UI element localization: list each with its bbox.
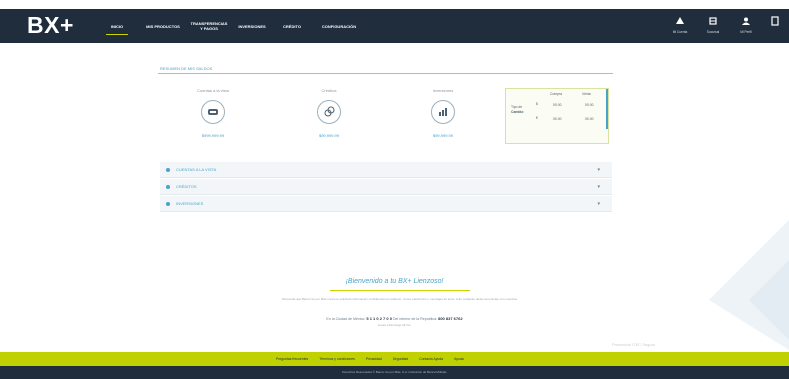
footer-link-help[interactable]: Ayuda (454, 357, 464, 361)
header-profile-button[interactable]: Mi Perfil (734, 16, 758, 38)
security-disclaimer: Recuerda que Banco Ve por Más nunca te s… (282, 297, 518, 301)
summary-title: RESUMEN DE MIS SALDOS (160, 66, 213, 71)
phone-interior[interactable]: 800 837 6762 (438, 316, 462, 321)
footer-link-security[interactable]: Seguridad (393, 357, 408, 361)
nav-configuracion[interactable]: CONFIGURACIÓN (314, 9, 364, 43)
contact-phones: En la Ciudad de México: 5 1 1 0 2 7 0 0 … (326, 316, 463, 321)
security-seal: Protección ITEC Seguro (612, 342, 656, 347)
stat-cuentas[interactable]: Cuentas a la vista $999,999.99 (168, 88, 258, 138)
stat-inversiones[interactable]: Inversiones $99,999.99 (398, 88, 488, 138)
phone-cdmx[interactable]: 5 1 1 0 2 7 0 0 (366, 316, 392, 321)
footer-link-faq[interactable]: Preguntas frecuentes (276, 357, 308, 361)
footer-links: Preguntas frecuentes Términos y condicio… (276, 352, 475, 366)
exchange-rate-table: Compra Venta Tipo de Cambio $ € 00.00 00… (505, 88, 609, 144)
bullet-icon (166, 201, 170, 206)
copyright-text: Derechos Reservados © Banco Ve por Más, … (342, 370, 447, 374)
wallet-icon (201, 100, 225, 124)
welcome-divider (330, 290, 470, 291)
top-header: BX+ INICIO MIS PRODUCTOS TRANSFERENCIAS … (0, 9, 789, 43)
user-icon (675, 16, 685, 29)
stat-creditos[interactable]: Créditos $99,999.99 (284, 88, 374, 138)
decorative-shapes (649, 200, 789, 350)
chevron-down-icon: ▾ (597, 183, 600, 190)
nav-transferencias-pagos[interactable]: TRANSFERENCIAS Y PAGOS (190, 9, 228, 43)
accordion-creditos[interactable]: CRÉDITOS ▾ (160, 179, 612, 195)
header-account-button[interactable]: Mi Cuenta (668, 16, 692, 38)
coins-icon (317, 100, 341, 124)
nav-mis-productos[interactable]: MIS PRODUCTOS (142, 9, 184, 43)
header-branch-button[interactable]: Sucursal (701, 16, 725, 38)
chevron-down-icon: ▾ (597, 166, 600, 173)
bullet-icon (166, 167, 170, 172)
bullet-icon (166, 184, 170, 189)
footer-link-contact[interactable]: Contacto Ayuda (419, 357, 443, 361)
footer-link-privacy[interactable]: Privacidad (366, 357, 382, 361)
nav-credito[interactable]: CRÉDITO (280, 9, 304, 43)
chart-icon (431, 100, 455, 124)
header-exit-button[interactable] (765, 16, 785, 38)
summary-divider (158, 73, 613, 74)
bx-logo[interactable]: BX+ (27, 12, 74, 39)
accordion-cuentas[interactable]: CUENTAS A LA VISTA ▾ (160, 162, 612, 178)
nav-inversiones[interactable]: INVERSIONES (234, 9, 270, 43)
accordion-inversiones[interactable]: INVERSIONES ▾ (160, 196, 612, 212)
footer-link-terms[interactable]: Términos y condiciones (319, 357, 355, 361)
nav-inicio[interactable]: INICIO (106, 9, 128, 43)
exit-icon (771, 16, 779, 29)
welcome-message: ¡Bienvenido a tu BX+ Lienzoso! (345, 278, 444, 285)
building-icon (708, 16, 718, 29)
contact-hours: Lunes a Domingo 24 hrs. (377, 323, 412, 327)
chevron-down-icon: ▾ (597, 200, 600, 207)
profile-icon (741, 16, 751, 29)
